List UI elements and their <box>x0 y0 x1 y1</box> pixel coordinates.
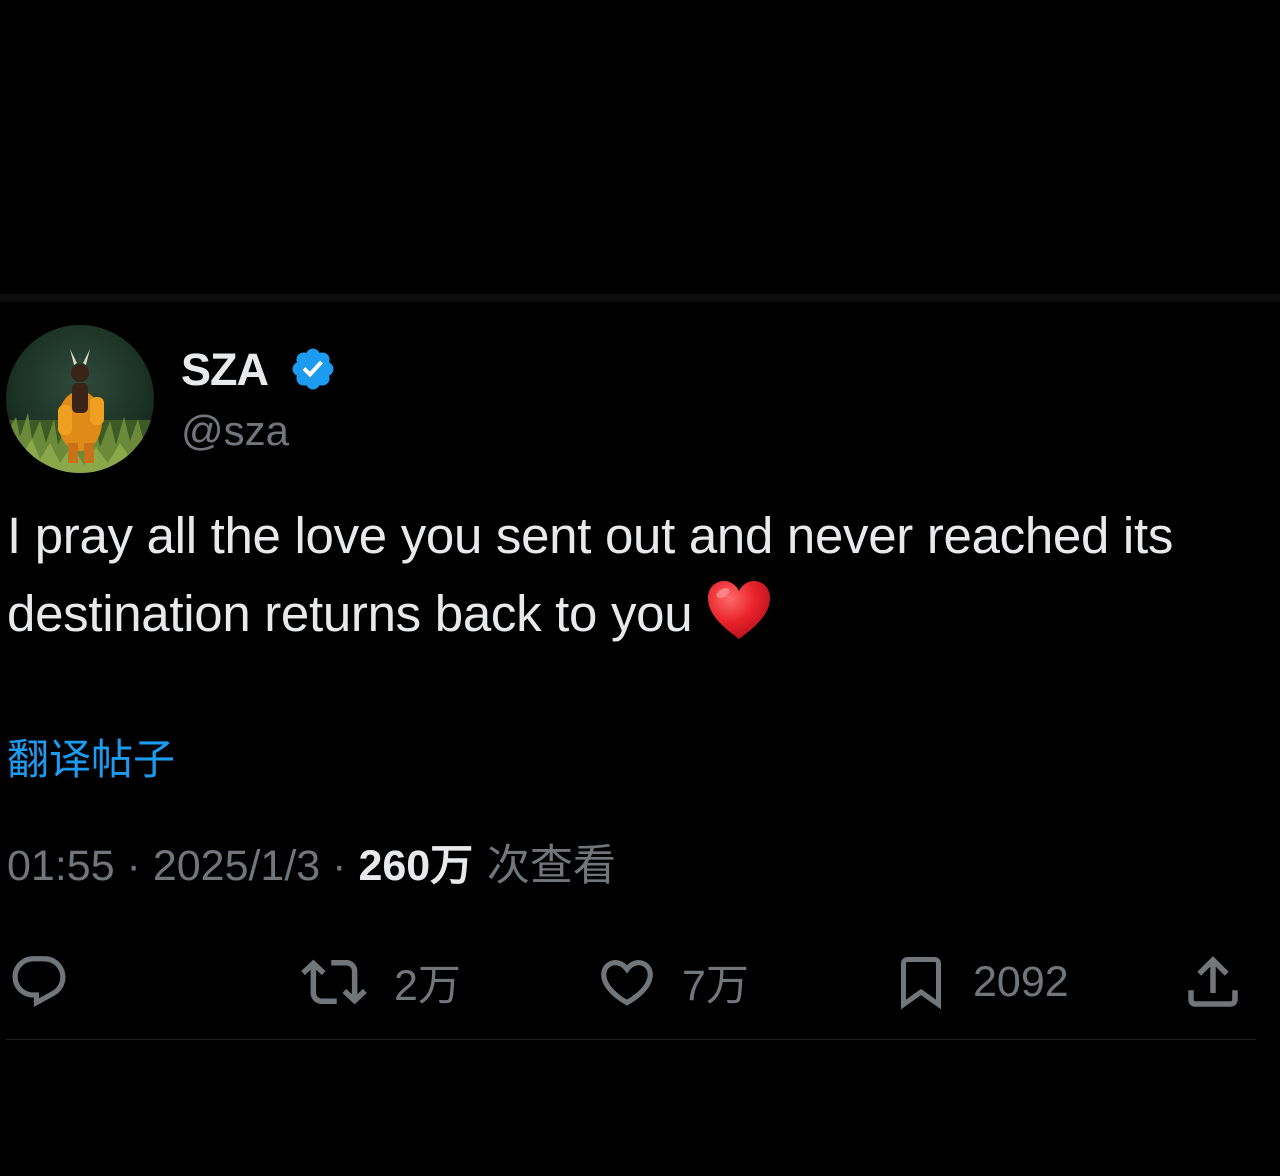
retweet-button[interactable]: 2万 <box>296 944 461 1020</box>
tweet-body: I pray all the love you sent out and nev… <box>7 507 1174 642</box>
retweet-icon <box>301 959 367 1005</box>
tweet-date[interactable]: 2025/1/3 <box>153 842 320 890</box>
like-count: 7万 <box>682 962 749 1010</box>
heart-icon <box>601 960 653 1006</box>
display-name[interactable]: SZA <box>181 342 269 398</box>
avatar[interactable] <box>6 325 154 473</box>
share-button[interactable] <box>1180 944 1246 1020</box>
share-icon <box>1188 956 1238 1007</box>
verified-badge-icon <box>292 348 334 390</box>
handle[interactable]: @sza <box>181 405 289 457</box>
views-label: 次查看 <box>473 841 616 891</box>
retweet-count: 2万 <box>394 962 461 1010</box>
avatar-image <box>6 325 154 473</box>
reply-icon <box>12 956 66 1008</box>
translate-post-link[interactable]: 翻译帖子 <box>7 732 175 788</box>
reply-button[interactable] <box>6 944 72 1020</box>
bookmark-button[interactable]: 2092 <box>891 944 1069 1020</box>
meta-separator: · <box>320 842 359 890</box>
tweet-text: I pray all the love you sent out and nev… <box>7 497 1267 653</box>
like-button[interactable]: 7万 <box>594 944 749 1020</box>
tweet-time[interactable]: 01:55 <box>7 842 115 890</box>
views-count: 260万 <box>358 842 474 890</box>
red-heart-emoji-icon <box>708 581 771 639</box>
top-divider <box>0 294 1280 302</box>
bookmark-icon <box>901 957 941 1010</box>
bookmark-count: 2092 <box>973 957 1069 1006</box>
meta-separator: · <box>114 842 153 890</box>
bottom-divider <box>6 1039 1256 1040</box>
tweet-meta: 01:55 · 2025/1/3 · 260万 次查看 <box>7 838 616 894</box>
